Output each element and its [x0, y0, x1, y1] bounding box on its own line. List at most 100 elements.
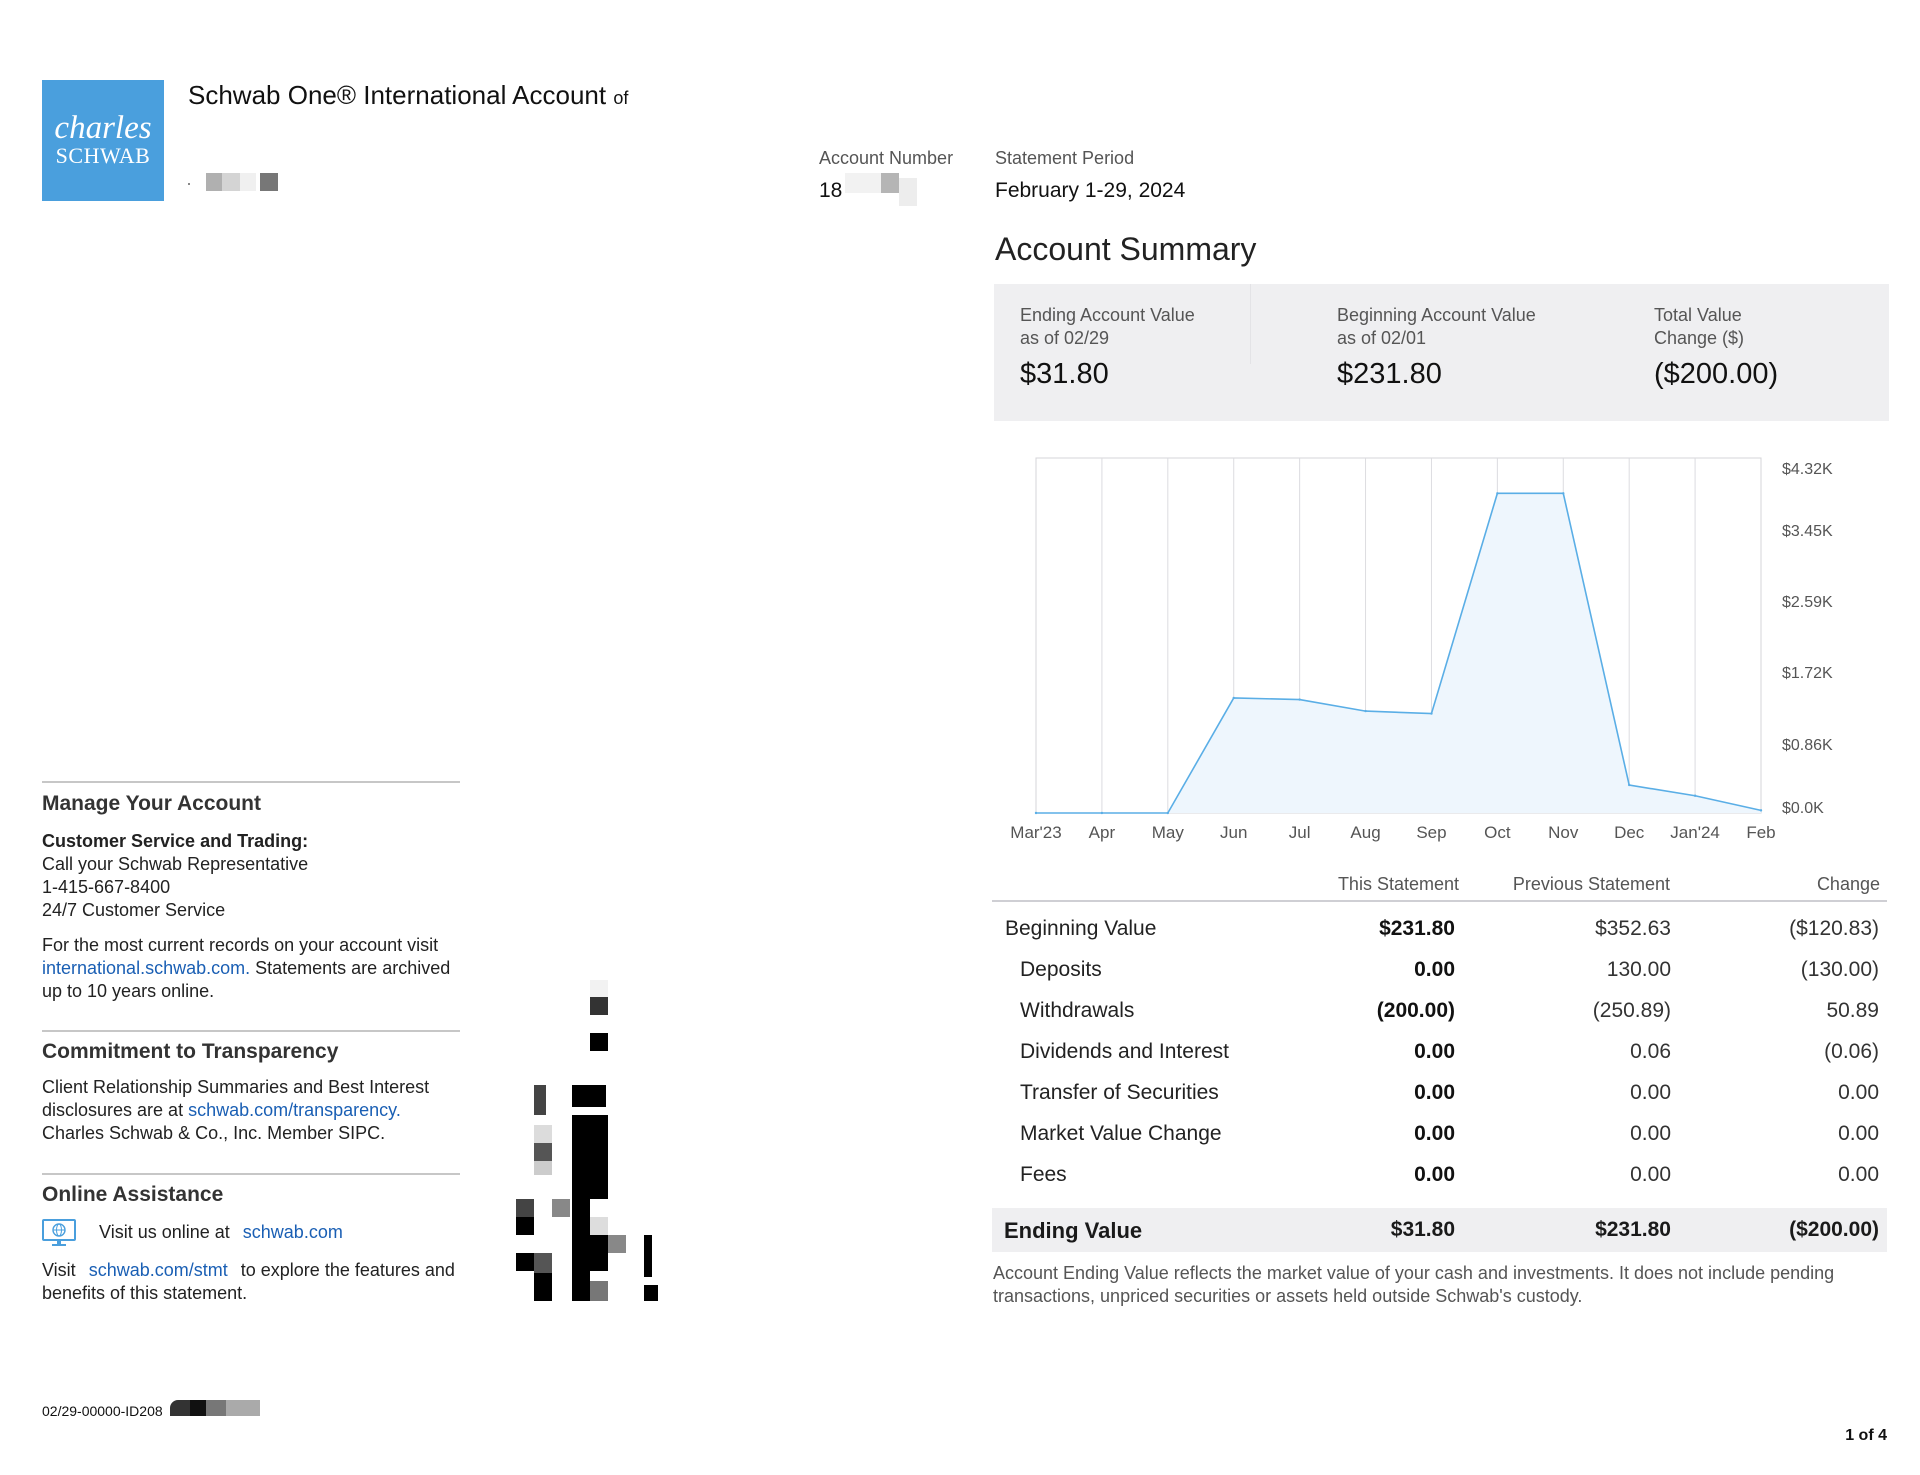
- account-summary-title: Account Summary: [995, 231, 1257, 267]
- row-label: Transfer of Securities: [1020, 1081, 1219, 1104]
- section-divider: [42, 1173, 460, 1175]
- account-title-text: Schwab One® International Account: [188, 80, 607, 110]
- online-assistance-section: Online Assistance Visit us online at sch…: [42, 1183, 460, 1305]
- chart-y-tick-label: $4.32K: [1782, 461, 1833, 478]
- table-row-transfer-securities: Transfer of Securities 0.00 0.00 0.00: [992, 1073, 1887, 1114]
- ending-change: ($200.00): [1789, 1218, 1879, 1241]
- international-schwab-link[interactable]: international.schwab.com.: [42, 958, 250, 978]
- ending-value-row-label: Ending Value: [1004, 1218, 1143, 1243]
- beginning-value-date: as of 02/01: [1337, 328, 1427, 348]
- document-id-text: 02/29-00000-ID208: [42, 1403, 163, 1419]
- chart-y-tick-label: $0.0K: [1782, 800, 1824, 817]
- records-paragraph: For the most current records on your acc…: [42, 934, 460, 1003]
- chart-x-tick-label: Mar'23: [1010, 823, 1061, 842]
- row-change: 0.00: [1838, 1081, 1879, 1104]
- account-value-chart: Mar'23 Apr May Jun Jul Aug Sep Oct Nov Dec Jan'24 F…: [1010, 457, 1833, 842]
- schwab-stmt-link[interactable]: schwab.com/stmt: [89, 1260, 228, 1280]
- transparency-heading: Commitment to Transparency: [42, 1040, 339, 1063]
- row-change: (130.00): [1800, 958, 1879, 981]
- row-change: 50.89: [1826, 999, 1879, 1022]
- transparency-paragraph: Client Relationship Summaries and Best I…: [42, 1076, 460, 1145]
- transparency-section: Commitment to Transparency Client Relati…: [42, 1040, 460, 1145]
- chart-x-tick-label: Aug: [1350, 823, 1380, 842]
- manage-account-section: Manage Your Account Customer Service and…: [42, 792, 460, 1003]
- total-change-unit: Change ($): [1654, 328, 1745, 348]
- table-row-fees: Fees 0.00 0.00 0.00: [992, 1155, 1887, 1196]
- chart-data-point: [1693, 794, 1697, 797]
- page-number: 1 of 4: [1845, 1427, 1887, 1444]
- row-label: Deposits: [1020, 958, 1102, 981]
- schwab-com-link[interactable]: schwab.com: [243, 1222, 343, 1242]
- table-row-deposits: Deposits 0.00 130.00 (130.00): [992, 950, 1887, 991]
- table-row-dividends-interest: Dividends and Interest 0.00 0.06 (0.06): [992, 1032, 1887, 1073]
- chart-x-tick-label: Sep: [1416, 823, 1446, 842]
- chart-data-point: [1298, 698, 1301, 701]
- row-label: Beginning Value: [1005, 917, 1157, 940]
- chart-data-point: [1364, 709, 1367, 713]
- row-this-statement: (200.00): [1376, 999, 1455, 1022]
- chart-y-tick-label: $1.72K: [1782, 665, 1833, 682]
- row-this-statement: 0.00: [1414, 1122, 1455, 1145]
- customer-service-hours: 24/7 Customer Service: [42, 900, 226, 920]
- row-previous-statement: 130.00: [1606, 958, 1671, 981]
- visit-online-line: Visit us online at schwab.com: [42, 1219, 460, 1247]
- manage-account-heading: Manage Your Account: [42, 792, 261, 815]
- account-title: Schwab One® International Account of: [188, 80, 628, 111]
- row-previous-statement: (250.89): [1592, 999, 1671, 1022]
- account-summary-box: Ending Account Value as of 02/29 $31.80 …: [994, 284, 1889, 421]
- statement-period-value: February 1-29, 2024: [995, 179, 1186, 202]
- total-change-amount: ($200.00): [1654, 358, 1779, 390]
- transparency-link[interactable]: schwab.com/transparency.: [188, 1100, 401, 1120]
- row-label: Withdrawals: [1020, 999, 1135, 1022]
- logo-line-2: SCHWAB: [55, 142, 151, 168]
- row-previous-statement: 0.00: [1630, 1163, 1671, 1186]
- ending-value-amount: $31.80: [1020, 358, 1109, 390]
- customer-service-heading: Customer Service and Trading:: [42, 831, 309, 851]
- chart-y-tick-label: $0.86K: [1782, 737, 1833, 754]
- ending-value-date: as of 02/29: [1020, 328, 1110, 348]
- customer-service-phone: 1-415-667-8400: [42, 877, 171, 897]
- section-divider: [42, 1030, 460, 1032]
- chart-x-tick-label: Dec: [1614, 823, 1645, 842]
- customer-service-line: Call your Schwab Representative: [42, 854, 309, 874]
- ending-previous-statement: $231.80: [1595, 1218, 1671, 1241]
- row-previous-statement: 0.00: [1630, 1122, 1671, 1145]
- ending-account-value: Ending Account Value as of 02/29 $31.80: [1020, 304, 1195, 391]
- visit-text: Visit: [42, 1260, 76, 1280]
- schwab-logo: charles SCHWAB: [42, 80, 164, 201]
- sipc-text: Charles Schwab & Co., Inc. Member SIPC.: [42, 1123, 386, 1143]
- chart-data-point: [1496, 492, 1499, 495]
- row-label: Market Value Change: [1020, 1122, 1222, 1145]
- total-value-change: Total Value Change ($) ($200.00): [1654, 304, 1778, 391]
- ending-value-label: Ending Account Value: [1020, 305, 1195, 325]
- document-id: 02/29-00000-ID208: [42, 1403, 163, 1419]
- chart-data-point: [1232, 696, 1235, 700]
- row-label: Dividends and Interest: [1020, 1040, 1229, 1063]
- chart-x-tick-label: Jun: [1220, 823, 1247, 842]
- summary-divider: [1250, 284, 1251, 364]
- row-this-statement: $231.80: [1379, 917, 1455, 940]
- visit-online-text: Visit us online at: [99, 1221, 230, 1242]
- beginning-value-label: Beginning Account Value: [1337, 305, 1536, 325]
- col-header-previous-statement: Previous Statement: [1512, 874, 1670, 894]
- ending-value-footnote: Account Ending Value reflects the market…: [993, 1263, 1835, 1306]
- account-number-value: 18: [819, 179, 843, 202]
- chart-x-tick-label: Nov: [1548, 823, 1579, 842]
- chart-data-point: [1166, 811, 1170, 815]
- chart-y-tick-label: $2.59K: [1782, 594, 1833, 611]
- ending-this-statement: $31.80: [1390, 1218, 1455, 1241]
- table-row-withdrawals: Withdrawals (200.00) (250.89) 50.89: [992, 991, 1887, 1032]
- row-this-statement: 0.00: [1414, 1163, 1455, 1186]
- chart-x-tick-label: Oct: [1484, 823, 1511, 842]
- row-this-statement: 0.00: [1414, 1081, 1455, 1104]
- chart-x-tick-label: Apr: [1089, 823, 1116, 842]
- mailing-barcode: [512, 975, 662, 1310]
- total-change-label: Total Value: [1654, 305, 1742, 325]
- table-row-ending-value: Ending Value $31.80 $231.80 ($200.00): [992, 1208, 1887, 1252]
- row-change: 0.00: [1838, 1122, 1879, 1145]
- chart-x-tick-label: Jul: [1289, 823, 1311, 842]
- statement-period-label: Statement Period: [995, 148, 1135, 168]
- row-change: 0.00: [1838, 1163, 1879, 1186]
- chart-y-tick-label: $3.45K: [1782, 523, 1833, 540]
- account-title-suffix: of: [613, 88, 629, 108]
